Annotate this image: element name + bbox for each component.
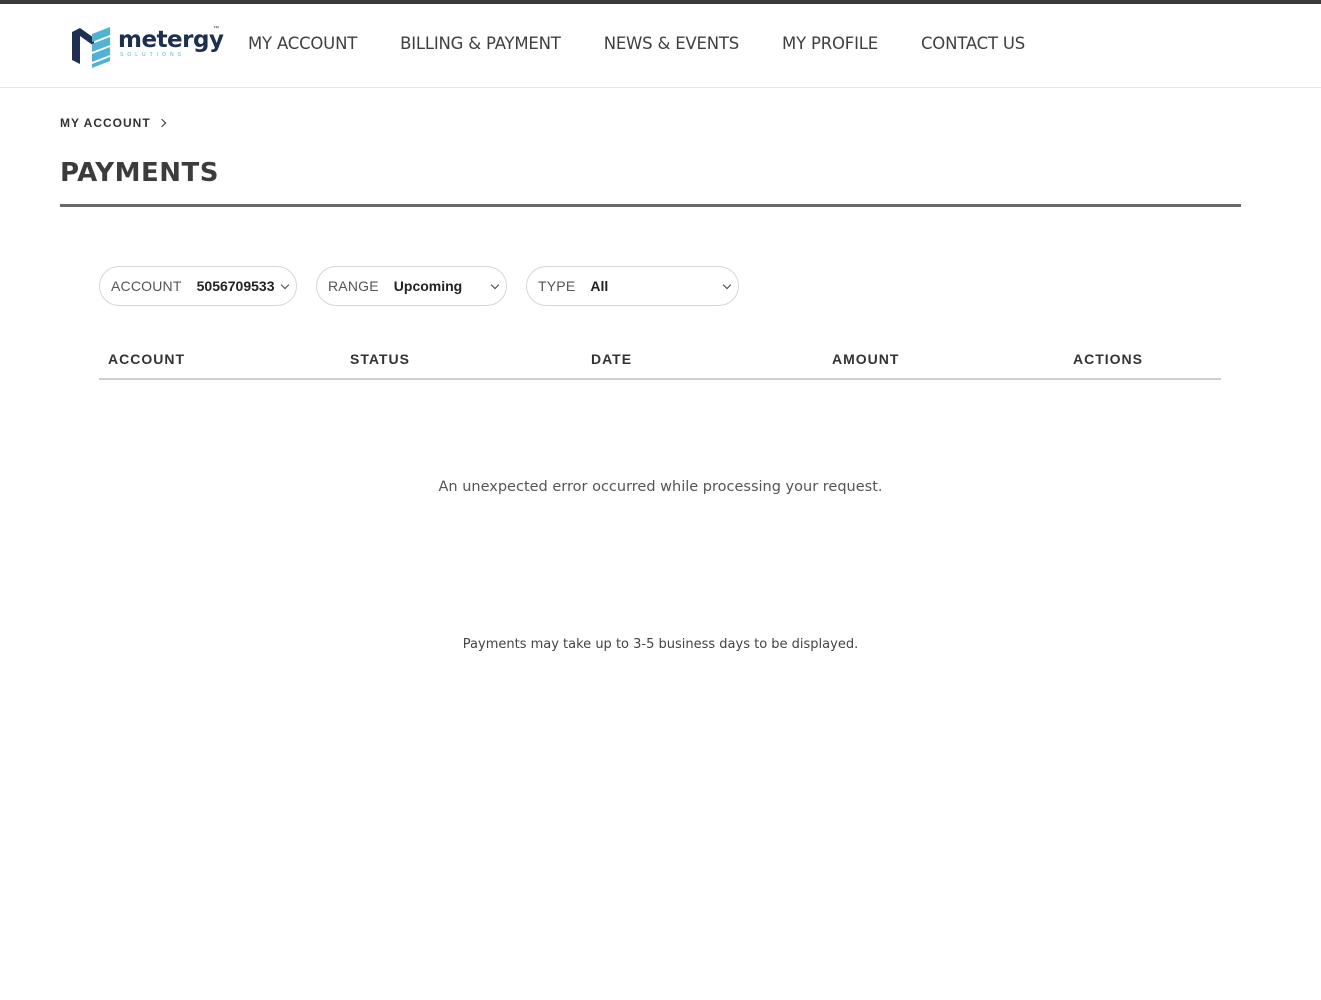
error-message: An unexpected error occurred while proce… bbox=[438, 479, 883, 495]
breadcrumb: MY ACCOUNT bbox=[60, 116, 166, 130]
nav-news-events[interactable]: NEWS & EVENTS bbox=[604, 34, 740, 53]
nav-my-account[interactable]: MY ACCOUNT bbox=[248, 34, 357, 53]
payments-table-header: ACCOUNT STATUS DATE AMOUNT ACTIONS bbox=[99, 348, 1221, 380]
chevron-down-icon bbox=[722, 280, 732, 290]
column-header-amount: AMOUNT bbox=[832, 351, 900, 367]
title-divider bbox=[60, 204, 1241, 207]
account-select-value: 5056709533 bbox=[196, 278, 275, 294]
payments-delay-note: Payments may take up to 3-5 business day… bbox=[462, 637, 859, 652]
nav-my-profile[interactable]: MY PROFILE bbox=[782, 34, 878, 53]
column-header-account: ACCOUNT bbox=[108, 351, 185, 367]
range-select[interactable]: RANGE Upcoming bbox=[316, 266, 507, 306]
account-select[interactable]: ACCOUNT 5056709533 bbox=[99, 266, 297, 306]
metergy-logo[interactable]: metergy ™ SOLUTIONS bbox=[70, 24, 224, 70]
chevron-down-icon bbox=[280, 280, 290, 290]
account-select-label: ACCOUNT bbox=[111, 278, 182, 294]
type-select[interactable]: TYPE All bbox=[526, 266, 739, 306]
chevron-right-icon bbox=[157, 118, 166, 128]
breadcrumb-my-account[interactable]: MY ACCOUNT bbox=[60, 116, 151, 130]
logo-wordmark: metergy bbox=[118, 27, 224, 53]
site-header: metergy ™ SOLUTIONS MY ACCOUNT BILLING &… bbox=[0, 4, 1321, 88]
range-select-value: Upcoming bbox=[393, 278, 463, 294]
column-header-date: DATE bbox=[591, 351, 633, 367]
chevron-down-icon bbox=[490, 280, 500, 290]
type-select-value: All bbox=[590, 278, 609, 294]
range-select-label: RANGE bbox=[328, 278, 379, 294]
nav-billing-payment[interactable]: BILLING & PAYMENT bbox=[400, 34, 561, 53]
column-header-status: STATUS bbox=[350, 351, 410, 367]
logo-mark-icon bbox=[72, 27, 110, 68]
nav-contact-us[interactable]: CONTACT US bbox=[921, 34, 1025, 53]
page-title: PAYMENTS bbox=[60, 158, 219, 188]
type-select-label: TYPE bbox=[538, 278, 576, 294]
column-header-actions: ACTIONS bbox=[1073, 351, 1143, 367]
main-nav: MY ACCOUNT BILLING & PAYMENT NEWS & EVEN… bbox=[248, 34, 1068, 53]
logo-tagline: SOLUTIONS bbox=[120, 52, 185, 58]
trademark-icon: ™ bbox=[213, 26, 219, 32]
